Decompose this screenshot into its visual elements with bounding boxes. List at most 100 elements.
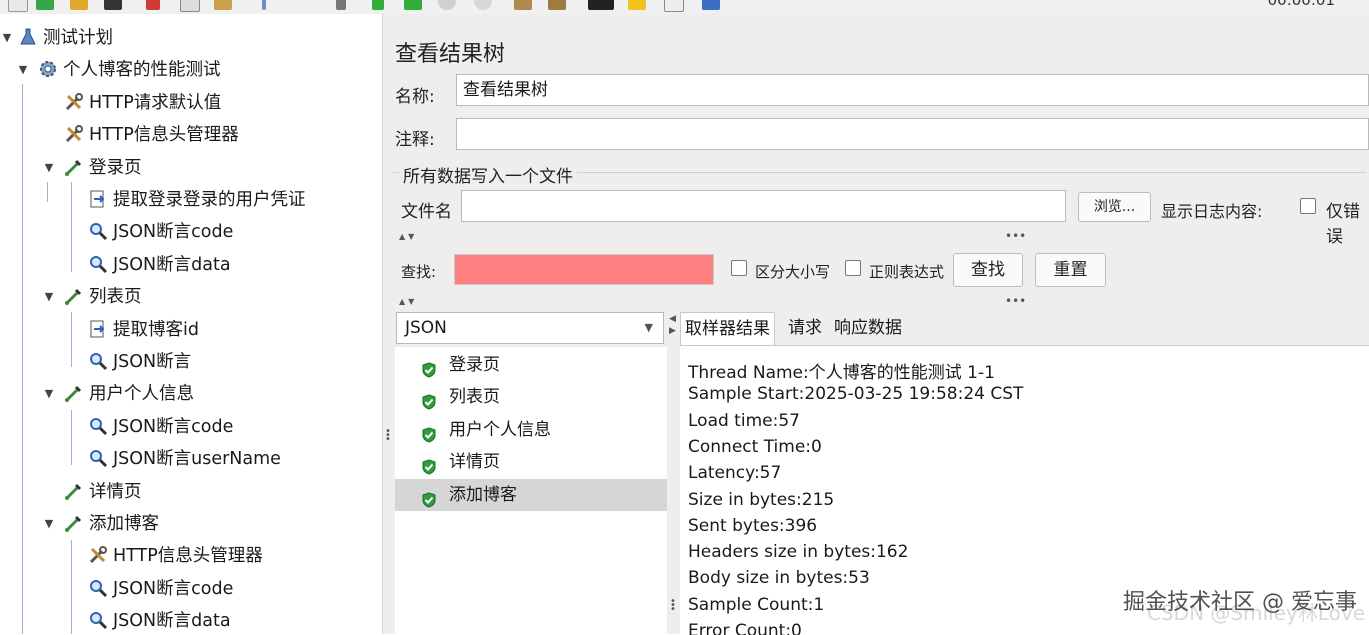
left-splitter-grip-icon[interactable]: • • • bbox=[385, 427, 391, 445]
tree-node-label: JSON断言 bbox=[113, 352, 192, 372]
tree-node[interactable]: JSON断言data bbox=[88, 605, 231, 634]
regex-checkbox[interactable] bbox=[845, 260, 861, 276]
case-sensitive-checkbox[interactable] bbox=[731, 260, 747, 276]
tree-guide-line bbox=[71, 410, 72, 465]
results-vertical-splitter[interactable]: ◀ ▶ • • • bbox=[668, 312, 678, 634]
paste-icon[interactable] bbox=[214, 0, 232, 10]
expand-icon[interactable] bbox=[262, 0, 266, 10]
tree-node-label: HTTP请求默认值 bbox=[89, 92, 222, 113]
tree-node-label: 列表页 bbox=[89, 287, 142, 308]
tree-node-label: 添加博客 bbox=[89, 514, 159, 534]
watermark: 掘金技术社区 @ 爱忘事 bbox=[1123, 590, 1357, 615]
tree-node[interactable]: 提取博客id bbox=[88, 314, 199, 346]
middle-splitter[interactable]: ▲▼ ••• bbox=[383, 295, 1369, 307]
comment-field[interactable] bbox=[456, 118, 1369, 150]
tree-node[interactable]: ▼ 测试计划 bbox=[3, 22, 113, 54]
shutdown-icon[interactable] bbox=[474, 0, 492, 10]
pipette-icon bbox=[64, 382, 84, 403]
sample-result-item[interactable]: 列表页 bbox=[395, 381, 667, 413]
sampler-result-line: Body size in bytes:53 bbox=[688, 568, 870, 589]
tree-node[interactable]: HTTP信息头管理器 bbox=[88, 540, 263, 572]
sample-result-item[interactable]: 详情页 bbox=[395, 446, 667, 478]
magnifier-icon bbox=[88, 447, 108, 468]
clear-all-icon[interactable] bbox=[548, 0, 566, 10]
clear-icon[interactable] bbox=[514, 0, 532, 10]
tree-node-label: JSON断言userName bbox=[113, 449, 281, 470]
tree-node[interactable]: JSON断言code bbox=[88, 216, 233, 248]
tree-node[interactable]: JSON断言userName bbox=[88, 443, 281, 475]
splitter-grip-icon[interactable]: ••• bbox=[1005, 230, 1026, 242]
splitter-arrows-icon[interactable]: ▲▼ bbox=[399, 297, 417, 306]
collapse-right-icon[interactable]: ▶ bbox=[669, 326, 676, 336]
browse-button[interactable]: 浏览... bbox=[1078, 192, 1151, 222]
top-splitter[interactable]: ▲▼ ••• bbox=[383, 230, 1369, 242]
splitter-grip-icon[interactable]: ••• bbox=[670, 597, 676, 615]
start-no-pause-icon[interactable] bbox=[404, 0, 422, 10]
help-icon[interactable] bbox=[702, 0, 720, 10]
log-content-label: 显示日志内容: bbox=[1161, 202, 1263, 221]
result-tab[interactable]: 请求 bbox=[788, 312, 822, 344]
reset-button[interactable]: 重置 bbox=[1035, 253, 1106, 287]
sample-result-item[interactable]: 登录页 bbox=[395, 349, 667, 381]
magnifier-icon bbox=[88, 609, 108, 630]
extractor-icon bbox=[88, 188, 108, 208]
name-field[interactable]: 查看结果树 bbox=[456, 74, 1369, 106]
result-tab[interactable]: 取样器结果 bbox=[680, 312, 775, 345]
start-icon[interactable] bbox=[372, 0, 384, 10]
tree-node[interactable]: JSON断言code bbox=[88, 411, 233, 443]
tree-node[interactable]: ▼ 添加博客 bbox=[45, 508, 159, 540]
toggle-icon[interactable] bbox=[336, 0, 346, 10]
tree-guide-line bbox=[71, 182, 72, 272]
sample-result-label: 添加博客 bbox=[449, 484, 517, 505]
open-icon[interactable] bbox=[70, 0, 88, 10]
tree-node[interactable]: ▼ 个人博客的性能测试 bbox=[19, 54, 221, 86]
wrench-icon bbox=[64, 123, 84, 143]
new-icon[interactable] bbox=[8, 0, 28, 12]
splitter-grip-icon[interactable]: ••• bbox=[1005, 295, 1026, 307]
chevron-down-icon[interactable]: ▼ bbox=[645, 313, 653, 343]
chevron-down-icon[interactable]: ▼ bbox=[42, 508, 56, 540]
success-shield-icon bbox=[421, 389, 437, 410]
cut-icon[interactable] bbox=[146, 0, 160, 10]
tree-node[interactable]: ▼ 登录页 bbox=[45, 152, 142, 184]
tree-node-label: JSON断言data bbox=[113, 254, 231, 275]
tree-node[interactable]: 提取登录登录的用户凭证 bbox=[88, 184, 306, 216]
save-icon[interactable] bbox=[104, 0, 122, 10]
chevron-down-icon[interactable]: ▼ bbox=[0, 22, 14, 54]
reset-search-icon[interactable] bbox=[628, 0, 646, 10]
search-field[interactable] bbox=[454, 254, 714, 285]
sampler-result-line: Size in bytes:215 bbox=[688, 489, 835, 510]
chevron-down-icon[interactable]: ▼ bbox=[42, 281, 56, 313]
tree-node[interactable]: JSON断言code bbox=[88, 573, 233, 605]
chevron-down-icon[interactable]: ▼ bbox=[42, 152, 56, 184]
tree-node[interactable]: JSON断言data bbox=[88, 249, 231, 281]
tree-node[interactable]: 详情页 bbox=[64, 476, 142, 508]
find-button[interactable]: 查找 bbox=[953, 253, 1023, 287]
wrench-icon bbox=[64, 91, 84, 111]
stop-icon[interactable] bbox=[438, 0, 456, 10]
comment-label: 注释: bbox=[395, 130, 435, 150]
tree-node[interactable]: HTTP请求默认值 bbox=[64, 87, 221, 119]
sample-result-item[interactable]: 用户个人信息 bbox=[395, 414, 667, 446]
sample-result-item[interactable]: 添加博客 bbox=[395, 478, 667, 511]
splitter-arrows-icon[interactable]: ▲▼ bbox=[399, 232, 417, 241]
tree-node[interactable]: JSON断言 bbox=[88, 346, 191, 378]
copy-icon[interactable] bbox=[180, 0, 200, 12]
function-helper-icon[interactable] bbox=[664, 0, 684, 12]
chevron-down-icon[interactable]: ▼ bbox=[42, 378, 56, 410]
tree-node[interactable]: ▼ 用户个人信息 bbox=[45, 378, 194, 410]
chevron-down-icon[interactable]: ▼ bbox=[16, 54, 30, 86]
renderer-select-value: JSON bbox=[405, 318, 447, 338]
wrench-icon bbox=[88, 544, 108, 564]
collapse-left-icon[interactable]: ◀ bbox=[669, 314, 676, 324]
search-icon[interactable] bbox=[588, 0, 614, 10]
tree-node[interactable]: ▼ 列表页 bbox=[45, 281, 142, 313]
tree-node[interactable]: HTTP信息头管理器 bbox=[64, 119, 239, 151]
templates-icon[interactable] bbox=[36, 0, 54, 10]
sampler-result-line: Sample Start:2025-03-25 19:58:24 CST bbox=[688, 384, 1024, 405]
tree-node-label: 测试计划 bbox=[43, 28, 113, 48]
errors-only-checkbox[interactable] bbox=[1300, 198, 1316, 214]
renderer-select[interactable]: JSON ▼ bbox=[396, 312, 664, 344]
filename-field[interactable] bbox=[461, 190, 1066, 222]
result-tab[interactable]: 响应数据 bbox=[834, 312, 902, 344]
